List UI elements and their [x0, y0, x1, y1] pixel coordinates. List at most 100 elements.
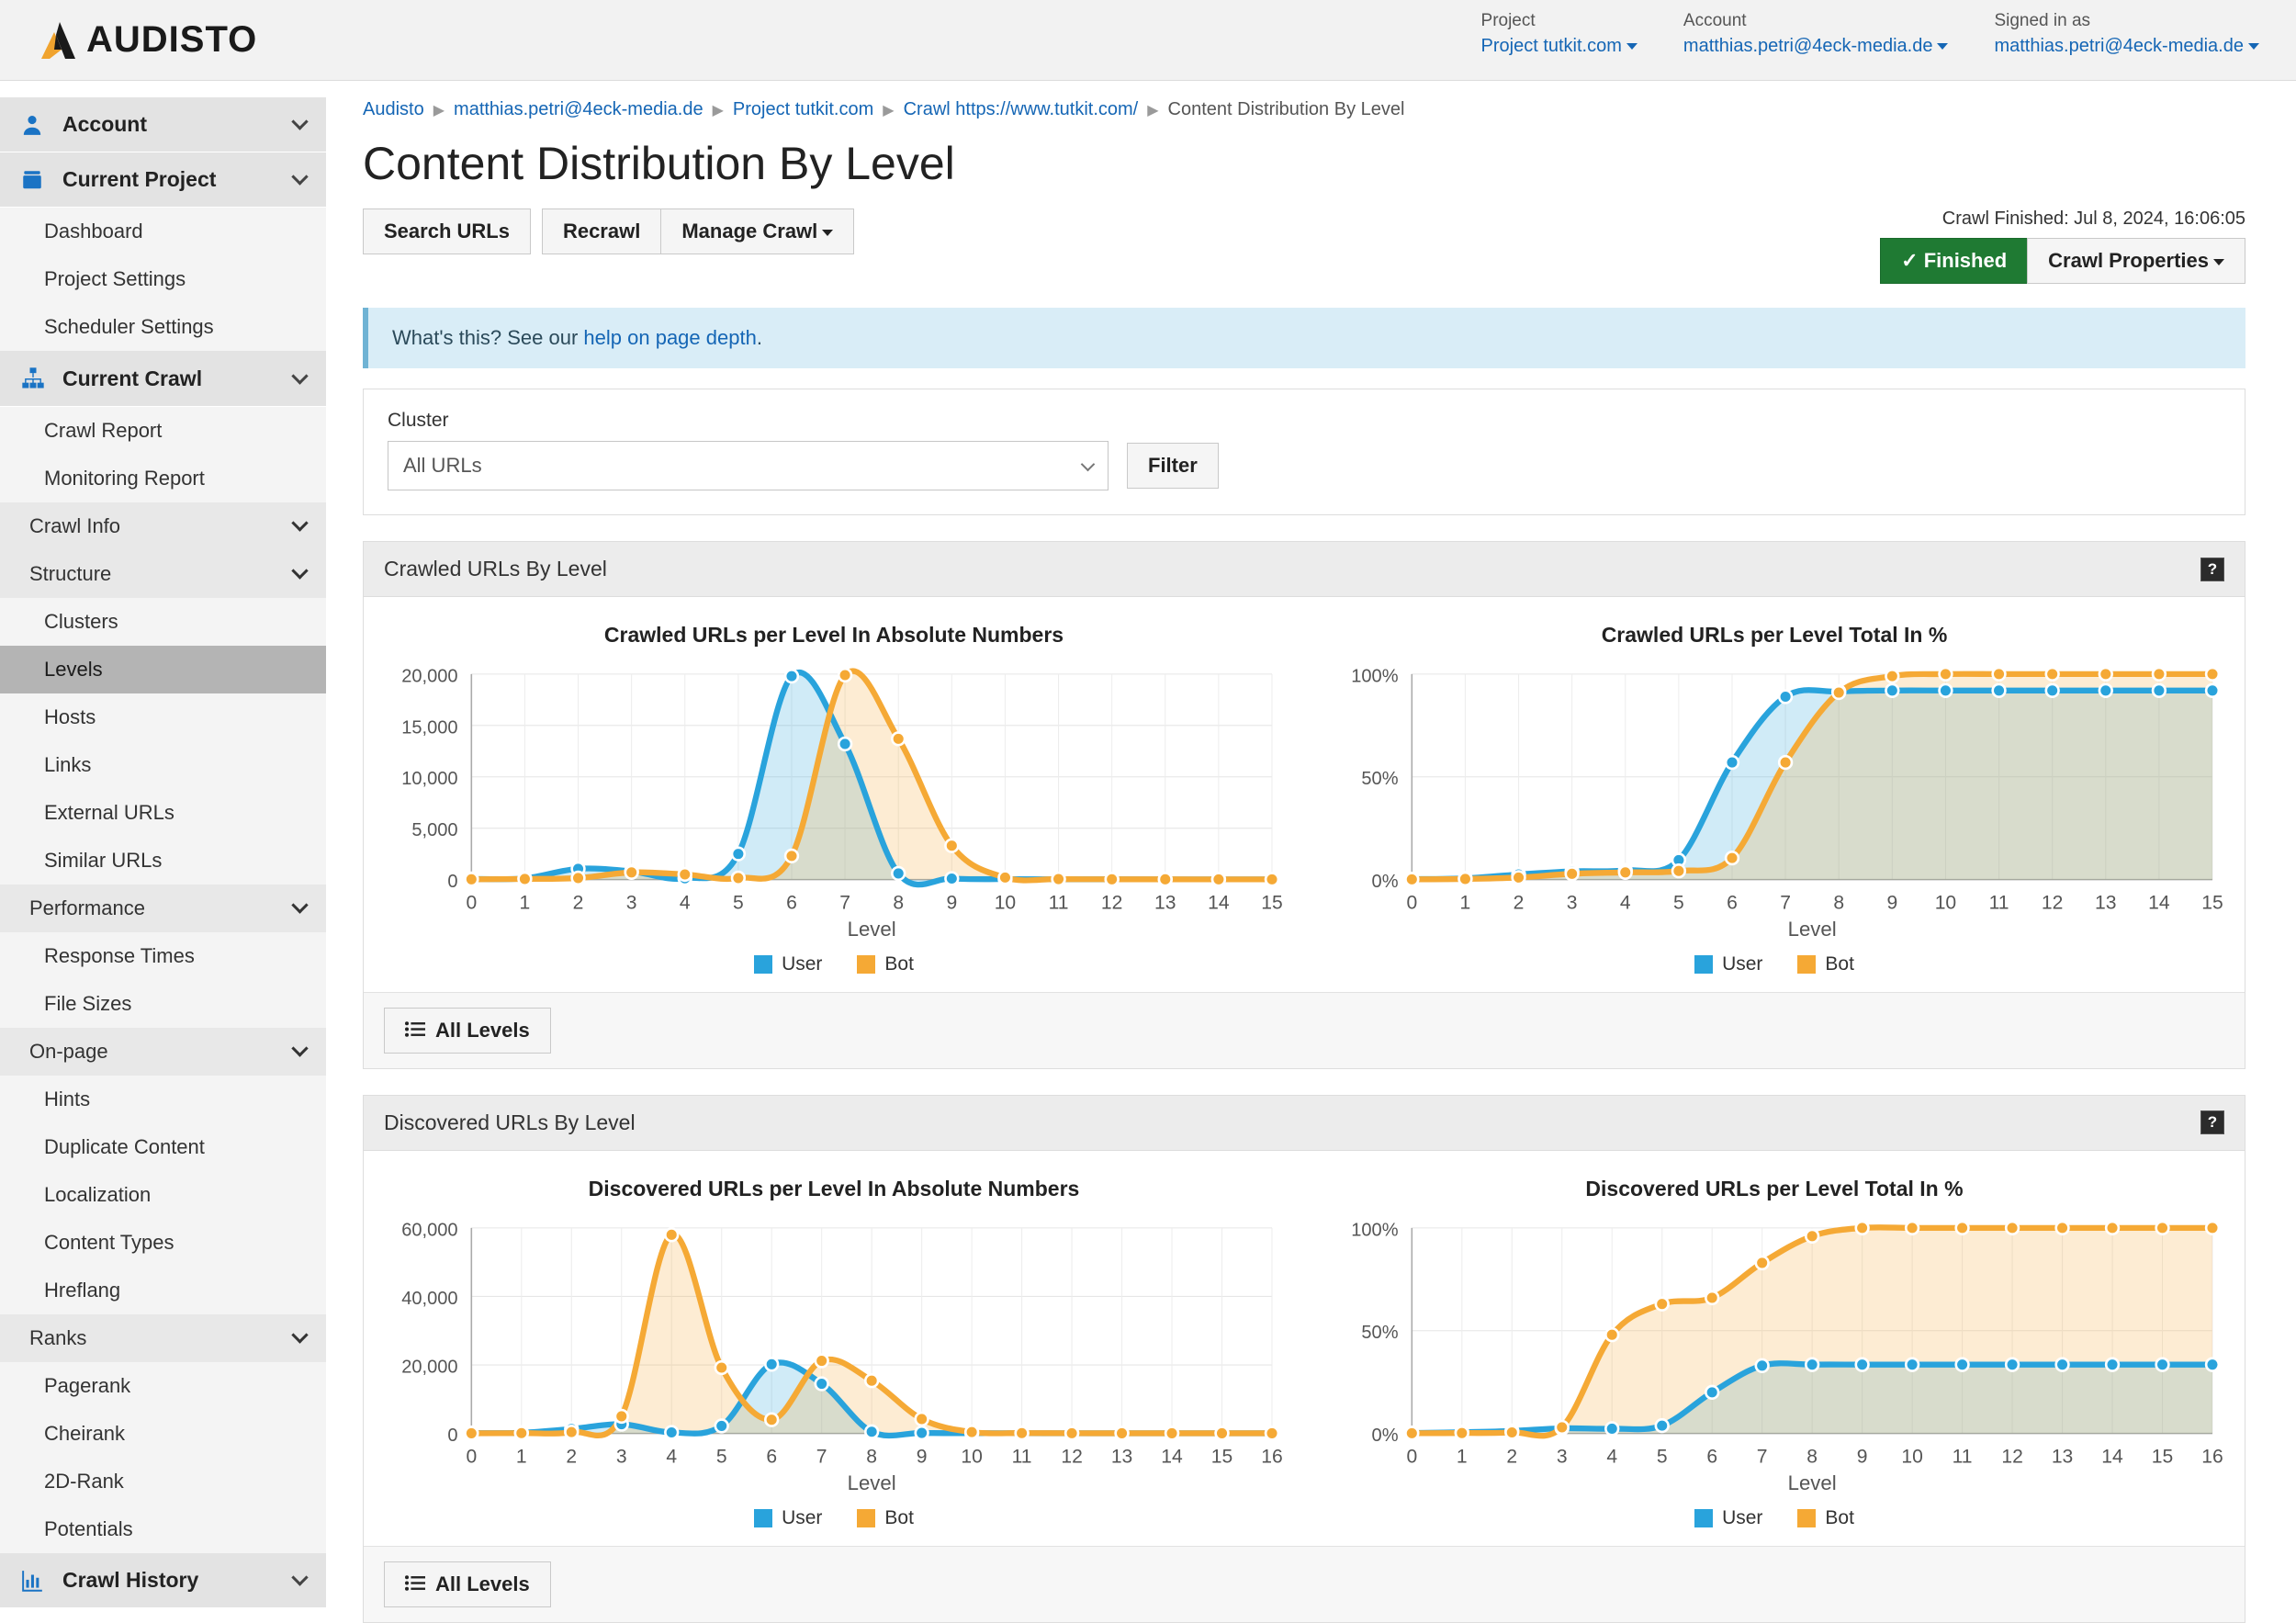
topnav-project: Project Project tutkit.com [1481, 11, 1638, 57]
help-icon[interactable]: ? [2200, 1110, 2224, 1135]
legend-swatch-user [754, 1508, 773, 1527]
user-icon [20, 113, 51, 137]
topnav-project-value[interactable]: Project tutkit.com [1481, 36, 1638, 57]
sidebar-group-label: Account [62, 112, 147, 136]
svg-text:9: 9 [1886, 892, 1897, 913]
topnav-signed-in-value[interactable]: matthias.petri@4eck-media.de [1994, 36, 2259, 57]
legend-label: User [1722, 952, 1763, 975]
sidebar-item-file-sizes[interactable]: File Sizes [0, 980, 326, 1028]
legend-swatch-user [1694, 1508, 1714, 1527]
breadcrumb-item-1[interactable]: matthias.petri@4eck-media.de [454, 99, 703, 119]
svg-text:0: 0 [1406, 892, 1417, 913]
legend-item-bot[interactable]: Bot [857, 1507, 914, 1529]
briefcase-icon [20, 168, 51, 192]
sidebar-item-crawl-report[interactable]: Crawl Report [0, 407, 326, 455]
svg-text:9: 9 [1857, 1446, 1868, 1467]
chart-legend: User Bot [1319, 1507, 2230, 1529]
status-badge-finished[interactable]: ✓ Finished [1880, 238, 2029, 285]
legend-item-user[interactable]: User [754, 1507, 822, 1529]
sidebar-item-hints[interactable]: Hints [0, 1076, 326, 1123]
topnav-account-value[interactable]: matthias.petri@4eck-media.de [1683, 36, 1949, 57]
breadcrumb-separator: ▶ [433, 103, 445, 118]
sidebar-item-2d-rank[interactable]: 2D-Rank [0, 1458, 326, 1505]
sidebar-section-structure[interactable]: Structure [0, 550, 326, 598]
breadcrumb-separator: ▶ [712, 103, 724, 118]
sidebar-group-current-crawl[interactable]: Current Crawl [0, 351, 326, 407]
help-on-page-depth-link[interactable]: help on page depth [583, 326, 756, 349]
sidebar-item-pagerank[interactable]: Pagerank [0, 1362, 326, 1410]
manage-crawl-button[interactable]: Manage Crawl [660, 209, 855, 255]
sidebar-item-label: Response Times [44, 944, 195, 967]
sidebar-item-external-urls[interactable]: External URLs [0, 789, 326, 837]
breadcrumb-item-0[interactable]: Audisto [363, 99, 424, 119]
sidebar-item-label: File Sizes [44, 992, 132, 1015]
sidebar-section-on-page[interactable]: On-page [0, 1028, 326, 1076]
sidebar-item-hosts[interactable]: Hosts [0, 693, 326, 741]
sidebar-item-localization[interactable]: Localization [0, 1171, 326, 1219]
filter-button[interactable]: Filter [1127, 443, 1219, 490]
legend-swatch-bot [1797, 954, 1817, 974]
audisto-logo[interactable]: AUDISTO [39, 19, 257, 62]
breadcrumb-item-3[interactable]: Crawl https://www.tutkit.com/ [904, 99, 1139, 119]
sidebar-item-cheirank[interactable]: Cheirank [0, 1410, 326, 1458]
sidebar-item-label: Scheduler Settings [44, 315, 214, 338]
sidebar-item-hreflang[interactable]: Hreflang [0, 1267, 326, 1314]
breadcrumb-item-2[interactable]: Project tutkit.com [733, 99, 873, 119]
legend-item-user[interactable]: User [754, 953, 822, 975]
all-levels-button[interactable]: All Levels [384, 1561, 551, 1607]
svg-text:4: 4 [680, 892, 691, 913]
sidebar-item-response-times[interactable]: Response Times [0, 932, 326, 980]
sidebar-item-scheduler-settings[interactable]: Scheduler Settings [0, 303, 326, 351]
legend-swatch-bot [1797, 1508, 1817, 1527]
chevron-down-icon [822, 229, 834, 236]
svg-text:0: 0 [447, 1426, 457, 1446]
sidebar-group-account[interactable]: Account [0, 97, 326, 152]
legend-item-bot[interactable]: Bot [1797, 1507, 1854, 1529]
search-urls-button[interactable]: Search URLs [363, 209, 531, 255]
all-levels-button[interactable]: All Levels [384, 1007, 551, 1054]
cluster-select[interactable]: All URLs [388, 441, 1109, 491]
legend-item-bot[interactable]: Bot [1797, 953, 1854, 975]
sidebar-item-label: Cheirank [44, 1422, 126, 1445]
svg-text:16: 16 [2201, 1446, 2223, 1467]
legend-item-user[interactable]: User [1694, 953, 1762, 975]
sidebar-section-crawl-info[interactable]: Crawl Info [0, 502, 326, 550]
help-icon[interactable]: ? [2200, 557, 2224, 581]
crawl-properties-button[interactable]: Crawl Properties [2027, 238, 2245, 285]
chevron-down-icon [1080, 454, 1096, 478]
sidebar-item-clusters[interactable]: Clusters [0, 598, 326, 646]
sidebar-item-similar-urls[interactable]: Similar URLs [0, 837, 326, 885]
sidebar-item-levels[interactable]: Levels [0, 646, 326, 693]
legend-swatch-bot [857, 954, 876, 974]
svg-text:7: 7 [816, 1446, 827, 1467]
sidebar-item-links[interactable]: Links [0, 741, 326, 789]
legend-label: Bot [884, 952, 914, 975]
sidebar-subnav: Dashboard Project Settings Scheduler Setti… [0, 208, 326, 351]
svg-text:3: 3 [1557, 1446, 1568, 1467]
sidebar-item-monitoring-report[interactable]: Monitoring Report [0, 455, 326, 502]
svg-text:1: 1 [1460, 892, 1471, 913]
sidebar-item-dashboard[interactable]: Dashboard [0, 208, 326, 255]
sidebar-group-crawl-history[interactable]: Crawl History [0, 1553, 326, 1608]
legend-item-user[interactable]: User [1694, 1507, 1762, 1529]
breadcrumb-separator: ▶ [1147, 103, 1159, 118]
sidebar-section-ranks[interactable]: Ranks [0, 1314, 326, 1362]
sidebar-section-performance[interactable]: Performance [0, 885, 326, 932]
sidebar-group-current-project[interactable]: Current Project [0, 152, 326, 208]
chart-title: Crawled URLs per Level Total In % [1601, 623, 1948, 648]
sidebar-group-label: Current Crawl [62, 366, 203, 390]
svg-text:12: 12 [1061, 1446, 1082, 1467]
svg-text:50%: 50% [1361, 1323, 1398, 1343]
recrawl-button[interactable]: Recrawl [541, 209, 662, 255]
topnav-signed-in: Signed in as matthias.petri@4eck-media.d… [1994, 11, 2259, 57]
svg-text:6: 6 [766, 1446, 777, 1467]
sidebar-item-duplicate-content[interactable]: Duplicate Content [0, 1123, 326, 1171]
legend-item-bot[interactable]: Bot [857, 953, 914, 975]
chevron-down-icon [1937, 43, 1949, 51]
sidebar-item-project-settings[interactable]: Project Settings [0, 255, 326, 303]
sidebar-item-content-types[interactable]: Content Types [0, 1219, 326, 1267]
legend-label: Bot [1825, 1506, 1854, 1528]
svg-text:15: 15 [1211, 1446, 1232, 1467]
svg-text:9: 9 [917, 1446, 928, 1467]
sidebar-item-potentials[interactable]: Potentials [0, 1505, 326, 1553]
